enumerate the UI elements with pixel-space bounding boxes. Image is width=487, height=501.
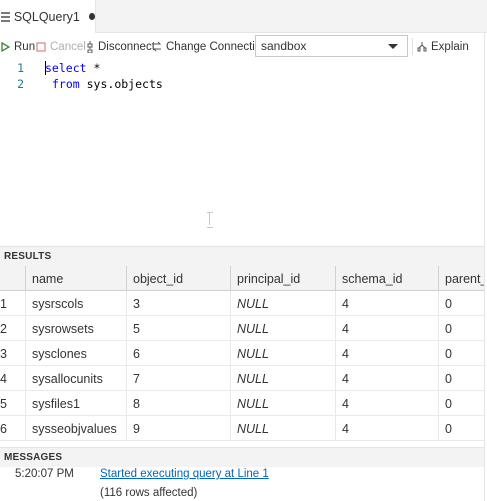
plug-icon xyxy=(87,40,93,53)
table-cell[interactable]: sysfiles1 xyxy=(26,391,127,416)
row-number-header xyxy=(0,266,26,291)
run-label: Run xyxy=(14,40,36,53)
table-cell[interactable]: sysseobjvalues xyxy=(26,416,127,441)
row-number: 2 xyxy=(0,316,26,341)
line-number: 1 xyxy=(17,61,24,75)
change-connection-button[interactable]: Change Connection xyxy=(152,38,268,55)
message-link[interactable]: Started executing query at Line 1 xyxy=(100,468,269,480)
grid-header-row: name object_id principal_id schema_id pa… xyxy=(0,266,487,291)
code-line: 1 select * xyxy=(0,60,487,76)
table-cell[interactable]: 4 xyxy=(336,416,439,441)
table-cell[interactable]: 6 xyxy=(127,341,231,366)
results-grid[interactable]: name object_id principal_id schema_id pa… xyxy=(0,266,487,446)
table-cell[interactable]: NULL xyxy=(231,291,336,316)
table-cell[interactable]: sysrscols xyxy=(26,291,127,316)
row-number: 4 xyxy=(0,366,26,391)
table-row[interactable]: 1 sysrscols 3 NULL 4 0 xyxy=(0,291,487,316)
messages-header[interactable]: MESSAGES xyxy=(0,447,487,467)
change-connection-label: Change Connection xyxy=(166,40,268,53)
table-cell[interactable]: 0 xyxy=(439,416,487,441)
toolbar-separator xyxy=(412,38,413,55)
play-icon xyxy=(1,41,10,52)
cancel-button[interactable]: Cancel xyxy=(36,38,86,55)
table-cell[interactable]: 5 xyxy=(127,316,231,341)
table-row[interactable]: 2 sysrowsets 5 NULL 4 0 xyxy=(0,316,487,341)
row-number: 3 xyxy=(0,341,26,366)
cancel-label: Cancel xyxy=(50,40,86,53)
column-header[interactable]: schema_id xyxy=(336,266,439,291)
table-cell[interactable]: NULL xyxy=(231,391,336,416)
table-cell[interactable]: 0 xyxy=(439,291,487,316)
table-row[interactable]: 4 sysallocunits 7 NULL 4 0 xyxy=(0,366,487,391)
results-header[interactable]: RESULTS xyxy=(0,246,487,266)
ibeam-cursor-icon xyxy=(207,212,213,228)
column-header[interactable]: name xyxy=(26,266,127,291)
table-cell[interactable]: sysrowsets xyxy=(26,316,127,341)
table-cell[interactable]: 9 xyxy=(127,416,231,441)
disconnect-button[interactable]: Disconnect xyxy=(86,38,155,55)
message-item: 5:20:07 PM Started executing query at Li… xyxy=(0,468,487,485)
table-cell[interactable]: 8 xyxy=(127,391,231,416)
table-cell[interactable]: 7 xyxy=(127,366,231,391)
database-select[interactable]: sandbox xyxy=(255,35,408,57)
column-header[interactable]: parent_ xyxy=(439,266,487,291)
stop-icon xyxy=(36,41,46,52)
table-cell[interactable]: 3 xyxy=(127,291,231,316)
table-cell[interactable]: 0 xyxy=(439,341,487,366)
explain-icon xyxy=(417,42,427,52)
table-cell[interactable]: 4 xyxy=(336,366,439,391)
table-cell[interactable]: NULL xyxy=(231,316,336,341)
table-cell[interactable]: 0 xyxy=(439,316,487,341)
unsaved-dot-icon[interactable] xyxy=(88,13,95,20)
explain-button[interactable]: Explain xyxy=(417,38,469,55)
explain-label: Explain xyxy=(431,40,469,53)
disconnect-label: Disconnect xyxy=(98,40,155,53)
table-cell[interactable]: sysallocunits xyxy=(26,366,127,391)
message-item: (116 rows affected) xyxy=(0,487,487,501)
sql-keyword: select xyxy=(45,61,87,75)
row-number: 5 xyxy=(0,391,26,416)
text-cursor xyxy=(45,61,46,75)
code-text: from sys.objects xyxy=(52,77,163,91)
code-text: select * xyxy=(45,61,100,75)
chevron-down-icon xyxy=(388,44,398,49)
tab-bar: SQLQuery1 xyxy=(0,0,487,33)
table-row[interactable]: 6 sysseobjvalues 9 NULL 4 0 xyxy=(0,416,487,441)
database-value: sandbox xyxy=(261,39,307,53)
table-cell[interactable]: NULL xyxy=(231,366,336,391)
table-row[interactable]: 3 sysclones 6 NULL 4 0 xyxy=(0,341,487,366)
table-row[interactable]: 5 sysfiles1 8 NULL 4 0 xyxy=(0,391,487,416)
table-cell[interactable]: NULL xyxy=(231,341,336,366)
query-toolbar: Run Cancel Disconnect Change Connection … xyxy=(0,33,487,60)
messages-panel: 5:20:07 PM Started executing query at Li… xyxy=(0,467,487,501)
table-cell[interactable]: 4 xyxy=(336,291,439,316)
sql-keyword: from xyxy=(52,77,80,91)
table-cell[interactable]: 4 xyxy=(336,316,439,341)
table-cell[interactable]: 4 xyxy=(336,391,439,416)
table-cell[interactable]: 0 xyxy=(439,366,487,391)
row-number: 6 xyxy=(0,416,26,441)
change-connection-icon xyxy=(152,41,162,52)
line-number: 2 xyxy=(17,77,24,91)
table-cell[interactable]: NULL xyxy=(231,416,336,441)
table-cell[interactable]: 0 xyxy=(439,391,487,416)
sql-text: sys.objects xyxy=(79,77,163,91)
tab-title: SQLQuery1 xyxy=(13,9,80,24)
code-line: 2 from sys.objects xyxy=(0,76,487,92)
query-editor[interactable]: 1 select * 2 from sys.objects xyxy=(0,60,487,246)
table-cell[interactable]: sysclones xyxy=(26,341,127,366)
message-time: 5:20:07 PM xyxy=(15,468,74,480)
row-number: 1 xyxy=(0,291,26,316)
column-header[interactable]: principal_id xyxy=(231,266,336,291)
message-text: (116 rows affected) xyxy=(100,487,198,499)
table-cell[interactable]: 4 xyxy=(336,341,439,366)
run-button[interactable]: Run xyxy=(1,38,35,55)
file-lines-icon xyxy=(1,11,10,23)
sql-text: * xyxy=(86,61,101,75)
tab-sqlquery1[interactable]: SQLQuery1 xyxy=(0,0,96,33)
column-header[interactable]: object_id xyxy=(127,266,231,291)
